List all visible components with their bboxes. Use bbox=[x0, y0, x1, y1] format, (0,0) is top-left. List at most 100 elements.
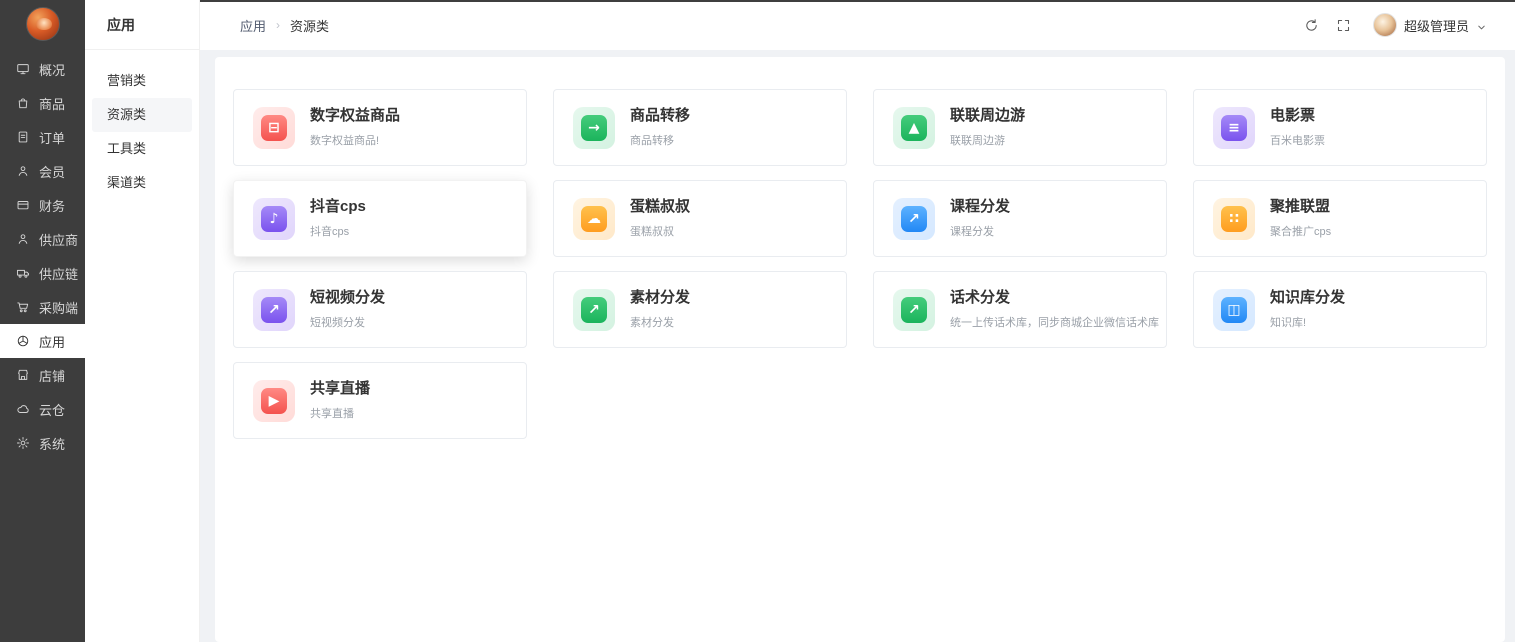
sidebar-item-apps[interactable]: 应用 bbox=[0, 324, 85, 358]
shared-live-icon: ▶ bbox=[253, 379, 295, 422]
sidebar-item-procurement[interactable]: 采购端 bbox=[0, 290, 85, 324]
card-title: 电影票 bbox=[1270, 107, 1316, 124]
breadcrumb-apps[interactable]: 应用 bbox=[240, 16, 266, 35]
card-title: 联联周边游 bbox=[950, 107, 1026, 124]
digital-rights-goods-icon: ⊟ bbox=[253, 106, 295, 149]
cloud-icon bbox=[15, 402, 30, 417]
content-panel: ⊟ 数字权益商品 数字权益商品! → 商品转移 商品转移 ▲ 联联周边游 联联周… bbox=[215, 57, 1505, 642]
sidebar-item-supplier[interactable]: 供应商 bbox=[0, 222, 85, 256]
logo-wrap bbox=[0, 0, 85, 48]
supplier-person-icon bbox=[15, 232, 30, 247]
sidebar-item-goods[interactable]: 商品 bbox=[0, 86, 85, 120]
card-subtitle: 蛋糕叔叔 bbox=[630, 226, 674, 238]
app-card-short-video-distribution[interactable]: ↗ 短视频分发 短视频分发 bbox=[233, 271, 527, 348]
lianlian-travel-icon: ▲ bbox=[893, 106, 935, 149]
douyin-cps-icon: ♪ bbox=[253, 197, 295, 240]
person-icon bbox=[15, 164, 30, 179]
card-subtitle: 百米电影票 bbox=[1270, 135, 1325, 147]
goods-transfer-icon: → bbox=[573, 106, 615, 149]
subnav-item-tools[interactable]: 工具类 bbox=[92, 132, 192, 166]
short-video-distribution-icon: ↗ bbox=[253, 288, 295, 331]
storefront-icon bbox=[15, 368, 30, 383]
card-title: 素材分发 bbox=[630, 289, 691, 306]
card-subtitle: 数字权益商品! bbox=[310, 135, 380, 147]
app-card-lianlian-travel[interactable]: ▲ 联联周边游 联联周边游 bbox=[873, 89, 1167, 166]
card-subtitle: 商品转移 bbox=[630, 135, 674, 147]
movie-ticket-icon: ≡ bbox=[1213, 106, 1255, 149]
secondary-sidebar: 应用 营销类 资源类 工具类 渠道类 bbox=[85, 0, 200, 642]
secondary-sidebar-menu: 营销类 资源类 工具类 渠道类 bbox=[85, 50, 199, 200]
cake-uncle-icon: ☁ bbox=[573, 197, 615, 240]
brand-logo-avatar[interactable] bbox=[25, 7, 60, 41]
top-border-strip bbox=[200, 0, 1515, 2]
app-card-goods-transfer[interactable]: → 商品转移 商品转移 bbox=[553, 89, 847, 166]
course-distribution-icon: ↗ bbox=[893, 197, 935, 240]
sidebar-item-members[interactable]: 会员 bbox=[0, 154, 85, 188]
app-card-douyin-cps[interactable]: ♪ 抖音cps 抖音cps bbox=[233, 180, 527, 257]
sidebar-item-finance[interactable]: 财务 bbox=[0, 188, 85, 222]
card-title: 话术分发 bbox=[950, 289, 1011, 306]
sidebar-item-overview[interactable]: 概况 bbox=[0, 52, 85, 86]
secondary-sidebar-title: 应用 bbox=[85, 0, 199, 50]
card-title: 课程分发 bbox=[950, 198, 1011, 215]
card-subtitle: 素材分发 bbox=[630, 317, 674, 329]
fullscreen-icon[interactable] bbox=[1335, 16, 1353, 34]
card-subtitle: 聚合推广cps bbox=[1270, 226, 1332, 238]
card-subtitle: 统一上传话术库，同步商城企业微信话术库 bbox=[950, 317, 1159, 329]
card-subtitle: 抖音cps bbox=[310, 226, 350, 238]
card-subtitle: 知识库! bbox=[1270, 317, 1307, 329]
card-subtitle: 共享直播 bbox=[310, 408, 354, 420]
shopping-bag-icon bbox=[15, 96, 30, 111]
card-title: 聚推联盟 bbox=[1270, 198, 1331, 215]
card-title: 知识库分发 bbox=[1270, 289, 1346, 306]
refresh-icon[interactable] bbox=[1303, 16, 1321, 34]
chevron-down-icon bbox=[1476, 20, 1487, 31]
sidebar-item-orders[interactable]: 订单 bbox=[0, 120, 85, 154]
top-bar-actions: 超级管理员 bbox=[1303, 13, 1487, 37]
user-avatar bbox=[1372, 13, 1397, 37]
app-card-cake-uncle[interactable]: ☁ 蛋糕叔叔 蛋糕叔叔 bbox=[553, 180, 847, 257]
primary-sidebar-menu: 概况 商品 订单 会员 财务 供应商 供应链 采购端 应用 店铺 云仓 系统 bbox=[0, 52, 85, 460]
card-title: 共享直播 bbox=[310, 380, 371, 397]
cart-icon bbox=[15, 300, 30, 315]
knowledge-base-icon: ◫ bbox=[1213, 288, 1255, 331]
sidebar-item-shop[interactable]: 店铺 bbox=[0, 358, 85, 392]
dashboard-icon bbox=[15, 62, 30, 77]
script-distribution-icon: ↗ bbox=[893, 288, 935, 331]
apps-icon bbox=[15, 334, 30, 349]
app-card-course-distribution[interactable]: ↗ 课程分发 课程分发 bbox=[873, 180, 1167, 257]
sidebar-item-supply-chain[interactable]: 供应链 bbox=[0, 256, 85, 290]
card-title: 蛋糕叔叔 bbox=[630, 198, 691, 215]
document-icon bbox=[15, 130, 30, 145]
app-card-grid: ⊟ 数字权益商品 数字权益商品! → 商品转移 商品转移 ▲ 联联周边游 联联周… bbox=[233, 89, 1487, 439]
gear-icon bbox=[15, 436, 30, 451]
sidebar-item-cloud-warehouse[interactable]: 云仓 bbox=[0, 392, 85, 426]
app-card-shared-live[interactable]: ▶ 共享直播 共享直播 bbox=[233, 362, 527, 439]
breadcrumb-resource: 资源类 bbox=[290, 18, 330, 34]
card-title: 短视频分发 bbox=[310, 289, 386, 306]
truck-icon bbox=[15, 266, 30, 281]
app-card-knowledge-base[interactable]: ◫ 知识库分发 知识库! bbox=[1193, 271, 1487, 348]
primary-sidebar: 概况 商品 订单 会员 财务 供应商 供应链 采购端 应用 店铺 云仓 系统 bbox=[0, 0, 85, 642]
card-title: 商品转移 bbox=[630, 107, 691, 124]
user-menu[interactable]: 超级管理员 bbox=[1372, 13, 1487, 37]
app-card-script-distribution[interactable]: ↗ 话术分发 统一上传话术库，同步商城企业微信话术库 bbox=[873, 271, 1167, 348]
subnav-item-channel[interactable]: 渠道类 bbox=[92, 166, 192, 200]
card-subtitle: 短视频分发 bbox=[310, 317, 365, 329]
breadcrumb: 应用 › 资源类 bbox=[240, 16, 329, 35]
card-title: 数字权益商品 bbox=[310, 107, 401, 124]
sidebar-item-system[interactable]: 系统 bbox=[0, 426, 85, 460]
subnav-item-marketing[interactable]: 营销类 bbox=[92, 64, 192, 98]
card-title: 抖音cps bbox=[310, 198, 366, 215]
right-column: 应用 › 资源类 超级管理员 ⊟ 数字权益商品 数字权益商品! → 商品转移 商… bbox=[200, 0, 1515, 642]
app-card-material-distribution[interactable]: ↗ 素材分发 素材分发 bbox=[553, 271, 847, 348]
bank-card-icon bbox=[15, 198, 30, 213]
material-distribution-icon: ↗ bbox=[573, 288, 615, 331]
subnav-item-resource[interactable]: 资源类 bbox=[92, 98, 192, 132]
app-root: 概况 商品 订单 会员 财务 供应商 供应链 采购端 应用 店铺 云仓 系统 应… bbox=[0, 0, 1515, 642]
app-card-jutui-alliance[interactable]: ∷ 聚推联盟 聚合推广cps bbox=[1193, 180, 1487, 257]
card-subtitle: 课程分发 bbox=[950, 226, 994, 238]
main-content: ⊟ 数字权益商品 数字权益商品! → 商品转移 商品转移 ▲ 联联周边游 联联周… bbox=[200, 50, 1515, 642]
app-card-movie-ticket[interactable]: ≡ 电影票 百米电影票 bbox=[1193, 89, 1487, 166]
app-card-digital-rights-goods[interactable]: ⊟ 数字权益商品 数字权益商品! bbox=[233, 89, 527, 166]
